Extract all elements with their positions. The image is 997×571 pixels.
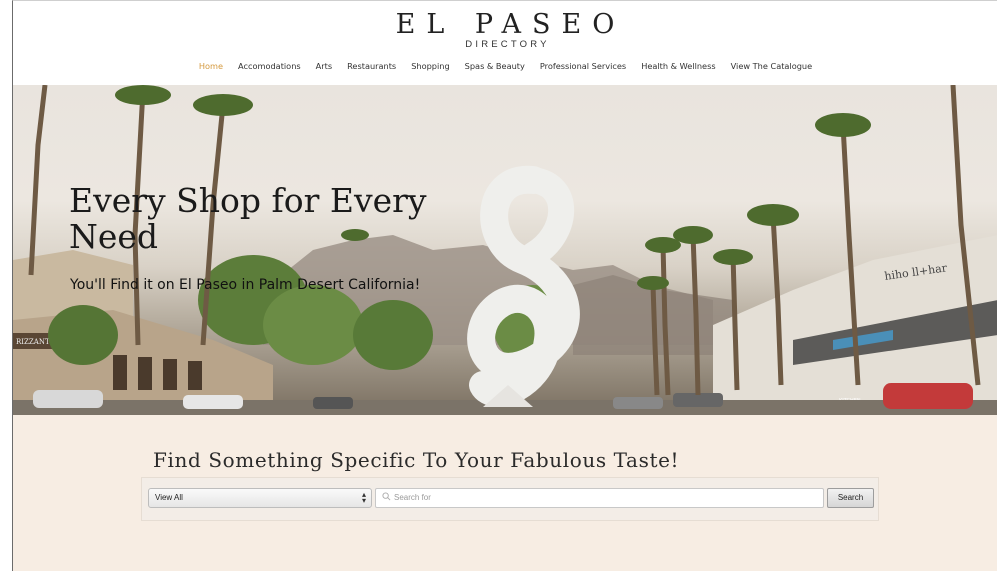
nav-item-accomodations[interactable]: Accomodations	[231, 61, 309, 71]
nav-item-professional-services[interactable]: Professional Services	[532, 61, 633, 71]
page: EL PASEO DIRECTORY Home Accomodations Ar…	[12, 0, 997, 571]
nav-item-home[interactable]: Home	[191, 61, 230, 71]
search-input-placeholder: Search for	[394, 493, 431, 502]
hero-title: Every Shop for Every Need	[69, 181, 427, 256]
nav-item-health-wellness[interactable]: Health & Wellness	[634, 61, 723, 71]
nav-item-shopping[interactable]: Shopping	[404, 61, 457, 71]
hero-banner: RIZZANTE hiho ll+har KITCHEN	[13, 85, 997, 415]
nav-item-arts[interactable]: Arts	[308, 61, 339, 71]
car	[33, 390, 103, 408]
nav-item-view-catalogue[interactable]: View The Catalogue	[723, 61, 820, 71]
site-header: EL PASEO DIRECTORY Home Accomodations Ar…	[13, 1, 997, 85]
select-caret-icon: ▴ ▾	[361, 490, 366, 505]
nav-item-restaurants[interactable]: Restaurants	[340, 61, 404, 71]
logo-subtitle: DIRECTORY	[465, 39, 550, 50]
search-title: Find Something Specific To Your Fabulous…	[153, 448, 680, 472]
window-edge	[0, 0, 12, 571]
search-button[interactable]: Search	[827, 488, 874, 508]
nav-item-spas-beauty[interactable]: Spas & Beauty	[457, 61, 532, 71]
hero-subtitle: You'll Find it on El Paseo in Palm Deser…	[70, 277, 421, 293]
site-logo[interactable]: EL PASEO DIRECTORY	[13, 11, 997, 50]
main-nav: Home Accomodations Arts Restaurants Shop…	[13, 61, 997, 71]
search-icon	[382, 492, 391, 501]
red-car	[883, 383, 973, 409]
logo-title: EL PASEO	[395, 9, 626, 40]
category-select[interactable]: View All ▴ ▾	[148, 488, 372, 508]
search-input[interactable]: Search for	[375, 488, 824, 508]
search-section: Find Something Specific To Your Fabulous…	[13, 415, 997, 571]
category-select-value: View All	[155, 493, 183, 502]
search-bar: View All ▴ ▾ Search for Search	[141, 477, 879, 521]
